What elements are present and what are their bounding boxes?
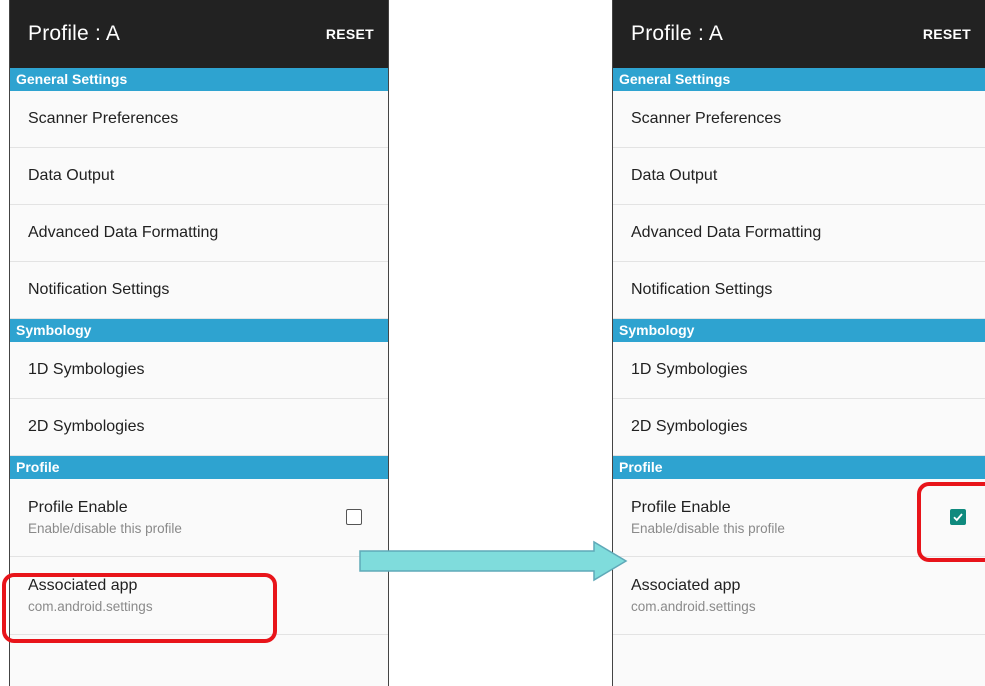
associated-app-value: com.android.settings xyxy=(28,599,153,614)
menu-item-notification-settings[interactable]: Notification Settings xyxy=(10,262,388,319)
section-header-symbology: Symbology xyxy=(613,319,985,342)
associated-app-label: Associated app xyxy=(631,577,741,594)
right-arrow-icon xyxy=(359,540,628,582)
menu-item-1d-symbologies[interactable]: 1D Symbologies xyxy=(10,342,388,399)
reset-button[interactable]: RESET xyxy=(923,26,971,42)
profile-enable-summary: Enable/disable this profile xyxy=(631,521,785,536)
associated-app-label: Associated app xyxy=(28,577,138,594)
page-title: Profile : A xyxy=(28,22,121,45)
associated-app-value: com.android.settings xyxy=(631,599,756,614)
profile-enable-row[interactable]: Profile Enable Enable/disable this profi… xyxy=(10,479,388,557)
menu-item-2d-symbologies[interactable]: 2D Symbologies xyxy=(613,399,985,456)
menu-item-data-output[interactable]: Data Output xyxy=(10,148,388,205)
checkmark-icon xyxy=(953,513,963,522)
section-header-profile: Profile xyxy=(10,456,388,479)
app-bar: Profile : A RESET xyxy=(613,0,985,68)
profile-enable-checkbox[interactable] xyxy=(950,509,966,525)
section-header-profile: Profile xyxy=(613,456,985,479)
page-title: Profile : A xyxy=(631,22,724,45)
profile-enable-label: Profile Enable xyxy=(631,499,731,516)
menu-item-scanner-preferences[interactable]: Scanner Preferences xyxy=(10,91,388,148)
profile-enable-checkbox[interactable] xyxy=(346,509,362,525)
section-header-general: General Settings xyxy=(10,68,388,91)
reset-button[interactable]: RESET xyxy=(326,26,374,42)
menu-item-data-output[interactable]: Data Output xyxy=(613,148,985,205)
associated-app-row[interactable]: Associated app com.android.settings xyxy=(613,557,985,635)
profile-enable-label: Profile Enable xyxy=(28,499,128,516)
menu-item-notification-settings[interactable]: Notification Settings xyxy=(613,262,985,319)
profile-enable-summary: Enable/disable this profile xyxy=(28,521,182,536)
section-header-general: General Settings xyxy=(613,68,985,91)
menu-item-advanced-data-formatting[interactable]: Advanced Data Formatting xyxy=(10,205,388,262)
menu-item-1d-symbologies[interactable]: 1D Symbologies xyxy=(613,342,985,399)
app-bar: Profile : A RESET xyxy=(10,0,388,68)
menu-item-advanced-data-formatting[interactable]: Advanced Data Formatting xyxy=(613,205,985,262)
menu-item-scanner-preferences[interactable]: Scanner Preferences xyxy=(613,91,985,148)
section-header-symbology: Symbology xyxy=(10,319,388,342)
left-screen: Profile : A RESET General Settings Scann… xyxy=(9,0,389,686)
right-screen: Profile : A RESET General Settings Scann… xyxy=(612,0,985,686)
menu-item-2d-symbologies[interactable]: 2D Symbologies xyxy=(10,399,388,456)
associated-app-row[interactable]: Associated app com.android.settings xyxy=(10,557,388,635)
profile-enable-row[interactable]: Profile Enable Enable/disable this profi… xyxy=(613,479,985,557)
